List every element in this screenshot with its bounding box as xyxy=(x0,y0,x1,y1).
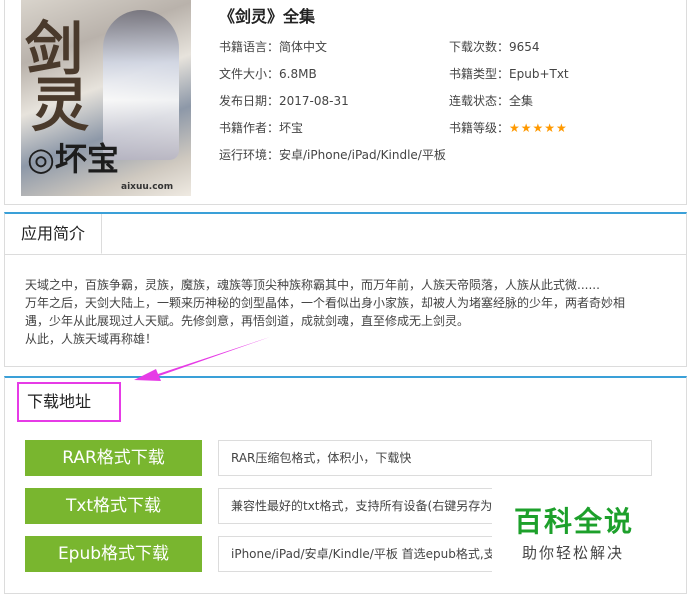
cover-site-mark: aixuu.com xyxy=(121,182,174,192)
meta-label: 发布日期： xyxy=(219,94,280,108)
meta-value: 2017-08-31 xyxy=(279,94,349,108)
tab-divider xyxy=(5,254,686,255)
meta-platform: 运行环境：安卓/iPhone/iPad/Kindle/平板 xyxy=(219,146,446,163)
meta-value: 安卓/iPhone/iPad/Kindle/平板 xyxy=(279,148,446,162)
meta-value: 简体中文 xyxy=(279,40,328,54)
epub-download-button[interactable]: Epub格式下载 xyxy=(25,536,202,572)
tab-intro[interactable]: 应用简介 xyxy=(5,214,103,254)
meta-label: 书籍等级： xyxy=(449,121,510,135)
meta-label: 书籍语言： xyxy=(219,40,280,54)
intro-text: 天域之中，百族争霸，灵族，魔族，魂族等顶尖种族称霸其中，而万年前，人族天帝陨落，… xyxy=(25,276,665,348)
meta-release-date: 发布日期：2017-08-31 xyxy=(219,92,349,109)
meta-rating: 书籍等级：★★★★★ xyxy=(449,119,568,136)
meta-value: 坏宝 xyxy=(279,121,304,135)
rar-download-button[interactable]: RAR格式下载 xyxy=(25,440,202,476)
intro-line: 天域之中，百族争霸，灵族，魔族，魂族等顶尖种族称霸其中，而万年前，人族天帝陨落，… xyxy=(25,278,600,292)
cover-author-mark: ◎坏宝 xyxy=(27,140,119,178)
meta-book-type: 书籍类型：Epub+Txt xyxy=(449,65,569,82)
meta-label: 书籍作者： xyxy=(219,121,280,135)
meta-label: 运行环境： xyxy=(219,148,280,162)
intro-line: 万年之后，天剑大陆上，一颗来历神秘的剑型晶体，一个看似出身小家族，却被人为堵塞经… xyxy=(25,296,626,310)
rar-download-description: RAR压缩包格式，体积小，下载快 xyxy=(218,440,652,476)
meta-author: 书籍作者：坏宝 xyxy=(219,119,303,136)
book-cover-image[interactable]: 剑 灵 ◎坏宝 aixuu.com xyxy=(21,0,191,196)
intro-line: 遇，少年从此展现过人天赋。先修剑意，再悟剑道，成就剑魂，直至修成无上剑灵。 xyxy=(25,314,470,328)
meta-label: 连载状态： xyxy=(449,94,510,108)
meta-serial-status: 连载状态：全集 xyxy=(449,92,533,109)
intro-line: 从此，人族天域再称雄！ xyxy=(25,332,158,346)
rating-stars: ★★★★★ xyxy=(509,121,568,135)
meta-value: Epub+Txt xyxy=(509,67,569,81)
meta-value: 6.8MB xyxy=(279,67,317,81)
tab-download[interactable]: 下载地址 xyxy=(17,382,121,422)
watermark-subtitle: 助你轻松解决 xyxy=(522,544,625,562)
meta-label: 下载次数： xyxy=(449,40,510,54)
meta-download-count: 下载次数：9654 xyxy=(449,38,540,55)
book-info-card: 剑 灵 ◎坏宝 aixuu.com 《剑灵》全集 书籍语言：简体中文 下载次数：… xyxy=(4,0,687,205)
meta-label: 文件大小： xyxy=(219,67,280,81)
meta-language: 书籍语言：简体中文 xyxy=(219,38,327,55)
meta-value: 9654 xyxy=(509,40,540,54)
meta-file-size: 文件大小：6.8MB xyxy=(219,65,317,82)
intro-panel: 应用简介 天域之中，百族争霸，灵族，魔族，魂族等顶尖种族称霸其中，而万年前，人族… xyxy=(4,212,687,367)
watermark: 百科全说 助你轻松解决 xyxy=(492,488,670,578)
book-title: 《剑灵》全集 xyxy=(219,7,316,26)
watermark-title: 百科全说 xyxy=(514,505,635,538)
meta-value: 全集 xyxy=(509,94,534,108)
cover-title-char-2: 灵 xyxy=(31,71,90,139)
txt-download-button[interactable]: Txt格式下载 xyxy=(25,488,202,524)
meta-label: 书籍类型： xyxy=(449,67,510,81)
